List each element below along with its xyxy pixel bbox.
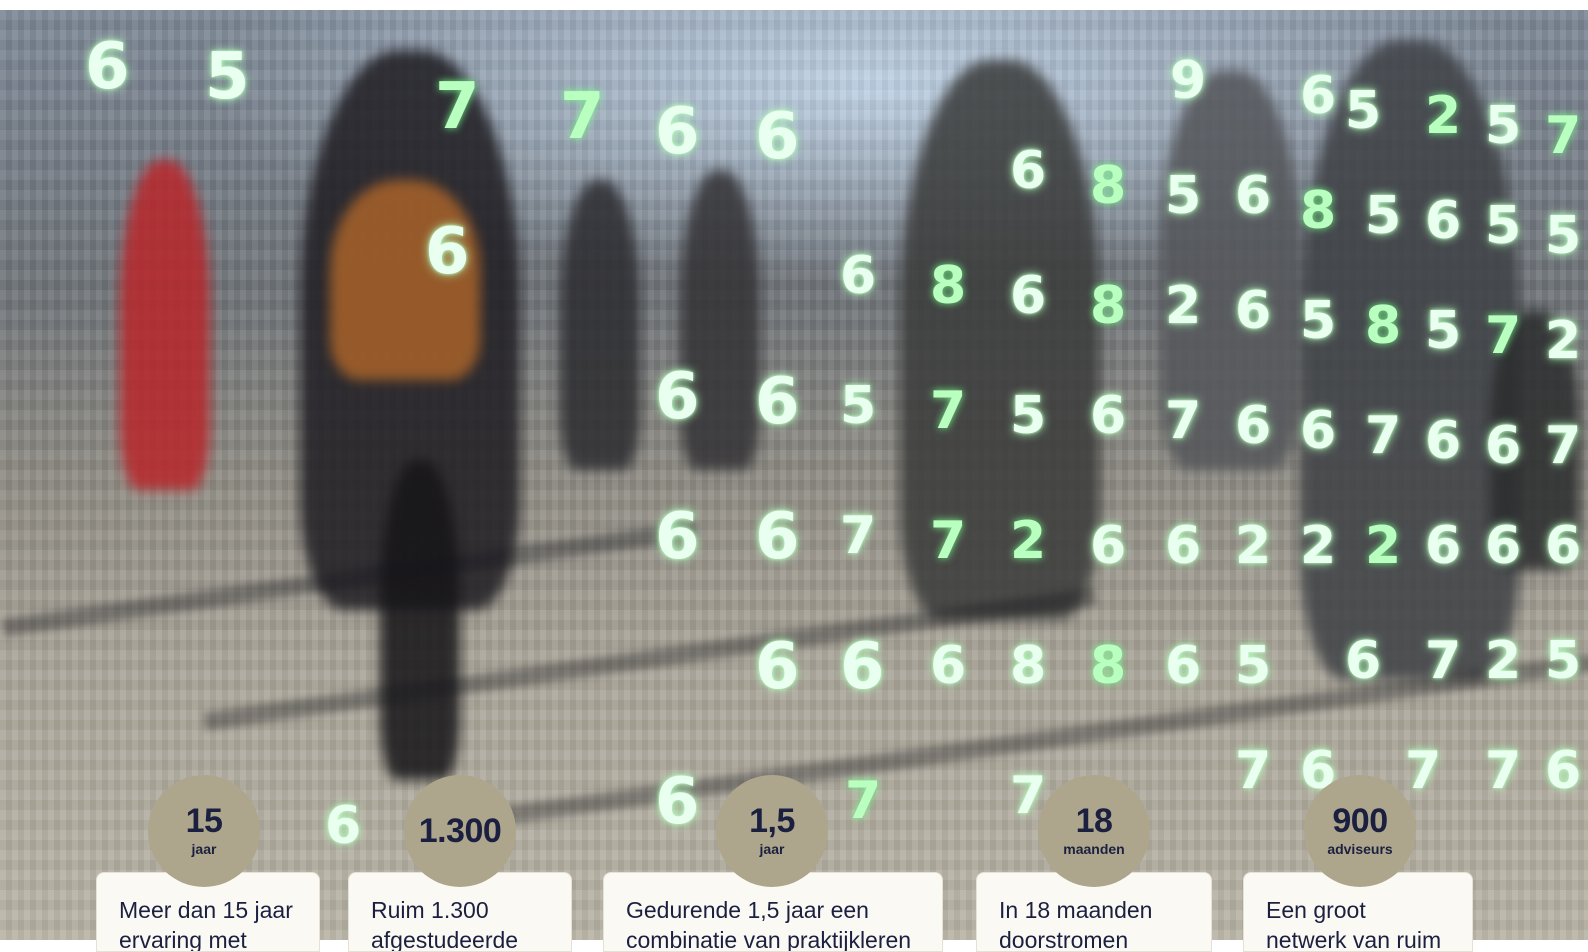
stat-description: Een groot netwerk van ruim [1266,897,1442,952]
stat-value: 18 [1075,802,1113,840]
stat-badge-experience: 15 jaar [148,775,260,887]
stat-description: Meer dan 15 jaar ervaring met [119,897,293,952]
stats-section: Meer dan 15 jaar ervaring met Ruim 1.300… [0,0,1588,952]
stat-badge-network: 900 adviseurs [1304,775,1416,887]
stat-unit: jaar [759,841,785,857]
stat-unit: jaar [191,841,217,857]
stat-value: 1,5 [749,802,795,840]
stat-badge-progression: 18 maanden [1038,775,1150,887]
stat-description: Ruim 1.300 afgestudeerde [371,897,519,952]
stat-value: 15 [185,802,223,840]
stat-badge-graduates: 1.300 [404,775,516,887]
stat-description: In 18 maanden doorstromen [999,897,1153,952]
stat-value: 1.300 [418,812,502,850]
stat-unit: adviseurs [1327,841,1393,857]
stat-badge-duration: 1,5 jaar [716,775,828,887]
stat-unit: maanden [1063,841,1125,857]
stat-value: 900 [1332,802,1388,840]
stat-description: Gedurende 1,5 jaar een combinatie van pr… [626,897,912,952]
